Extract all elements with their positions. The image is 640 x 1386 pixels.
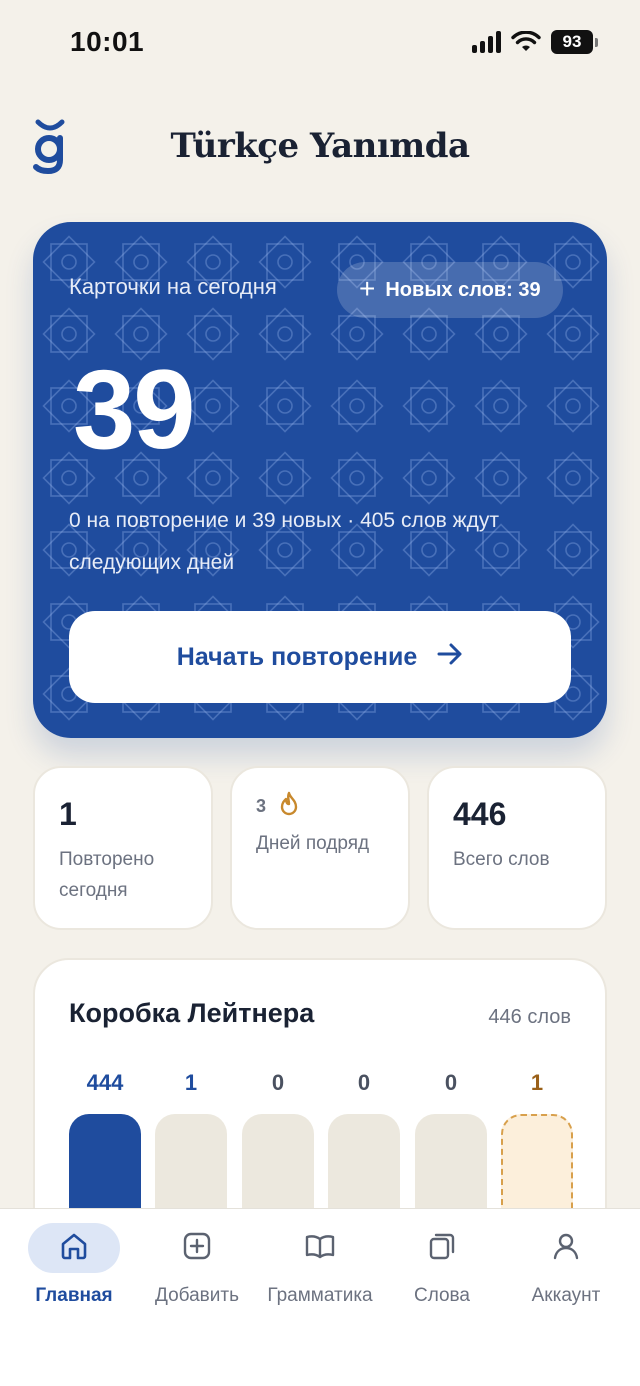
nav-grammar[interactable]: Грамматика bbox=[256, 1223, 384, 1307]
nav-home[interactable]: Главная bbox=[10, 1223, 138, 1307]
wifi-icon bbox=[511, 31, 541, 53]
cellular-signal-icon bbox=[472, 31, 501, 53]
box-6-count: 1 bbox=[530, 1070, 544, 1095]
reviewed-today-label: Повторено сегодня bbox=[59, 849, 155, 901]
battery-level: 93 bbox=[551, 30, 593, 54]
box-2-count: 1 bbox=[184, 1070, 198, 1095]
bottom-nav: Главная Добавить Грамматика Слова Аккаун… bbox=[0, 1208, 640, 1386]
box-4-count: 0 bbox=[357, 1070, 371, 1095]
status-bar: 10:01 93 bbox=[0, 0, 640, 88]
user-icon bbox=[550, 1230, 582, 1267]
leitner-total: 446 слов bbox=[488, 1006, 571, 1028]
today-cards-count: 39 bbox=[73, 347, 196, 472]
book-icon bbox=[304, 1230, 336, 1267]
start-review-button[interactable]: Начать повторение bbox=[69, 611, 571, 703]
stat-total-words: 446 Всего слов bbox=[427, 766, 607, 930]
cards-icon bbox=[426, 1230, 458, 1267]
today-cards-panel: Карточки на сегодня + Новых слов: 39 39 … bbox=[33, 222, 607, 738]
today-cards-label: Карточки на сегодня bbox=[69, 274, 277, 299]
status-indicators: 93 bbox=[472, 30, 598, 54]
nav-account[interactable]: Аккаунт bbox=[502, 1223, 630, 1307]
status-time: 10:01 bbox=[70, 26, 145, 57]
plus-icon: + bbox=[359, 273, 376, 304]
new-words-chip[interactable]: + Новых слов: 39 bbox=[337, 262, 563, 318]
battery-icon: 93 bbox=[551, 30, 598, 54]
flame-icon bbox=[278, 791, 300, 822]
nav-add-label: Добавить bbox=[155, 1285, 239, 1306]
streak-value: 3 bbox=[256, 795, 267, 816]
app-title: Türkçe Yanımda bbox=[170, 126, 470, 166]
nav-words-label: Слова bbox=[413, 1285, 471, 1306]
total-words-label: Всего слов bbox=[453, 849, 550, 870]
nav-add[interactable]: Добавить bbox=[133, 1223, 261, 1307]
stat-streak: 3 Дней подряд bbox=[230, 766, 410, 930]
nav-words[interactable]: Слова bbox=[378, 1223, 506, 1307]
box-1-count: 444 bbox=[86, 1070, 124, 1095]
leitner-title: Коробка Лейтнера bbox=[69, 998, 315, 1028]
total-words-value: 446 bbox=[453, 796, 507, 832]
stat-reviewed-today: 1 Повторено сегодня bbox=[33, 766, 213, 930]
box-5-count: 0 bbox=[444, 1070, 458, 1095]
add-square-icon bbox=[181, 1230, 213, 1267]
nav-account-label: Аккаунт bbox=[531, 1285, 601, 1306]
reviewed-today-value: 1 bbox=[59, 796, 77, 832]
box-3-count: 0 bbox=[271, 1070, 285, 1095]
nav-grammar-label: Грамматика bbox=[267, 1285, 373, 1306]
arrow-right-icon bbox=[437, 643, 463, 672]
start-review-label: Начать повторение bbox=[176, 642, 418, 671]
home-icon bbox=[58, 1230, 90, 1267]
nav-home-label: Главная bbox=[35, 1285, 113, 1306]
today-cards-description: 0 на повторение и 39 новых · 405 слов жд… bbox=[69, 509, 500, 574]
streak-label: Дней подряд bbox=[256, 833, 370, 854]
new-words-label: Новых слов: 39 bbox=[385, 278, 541, 301]
